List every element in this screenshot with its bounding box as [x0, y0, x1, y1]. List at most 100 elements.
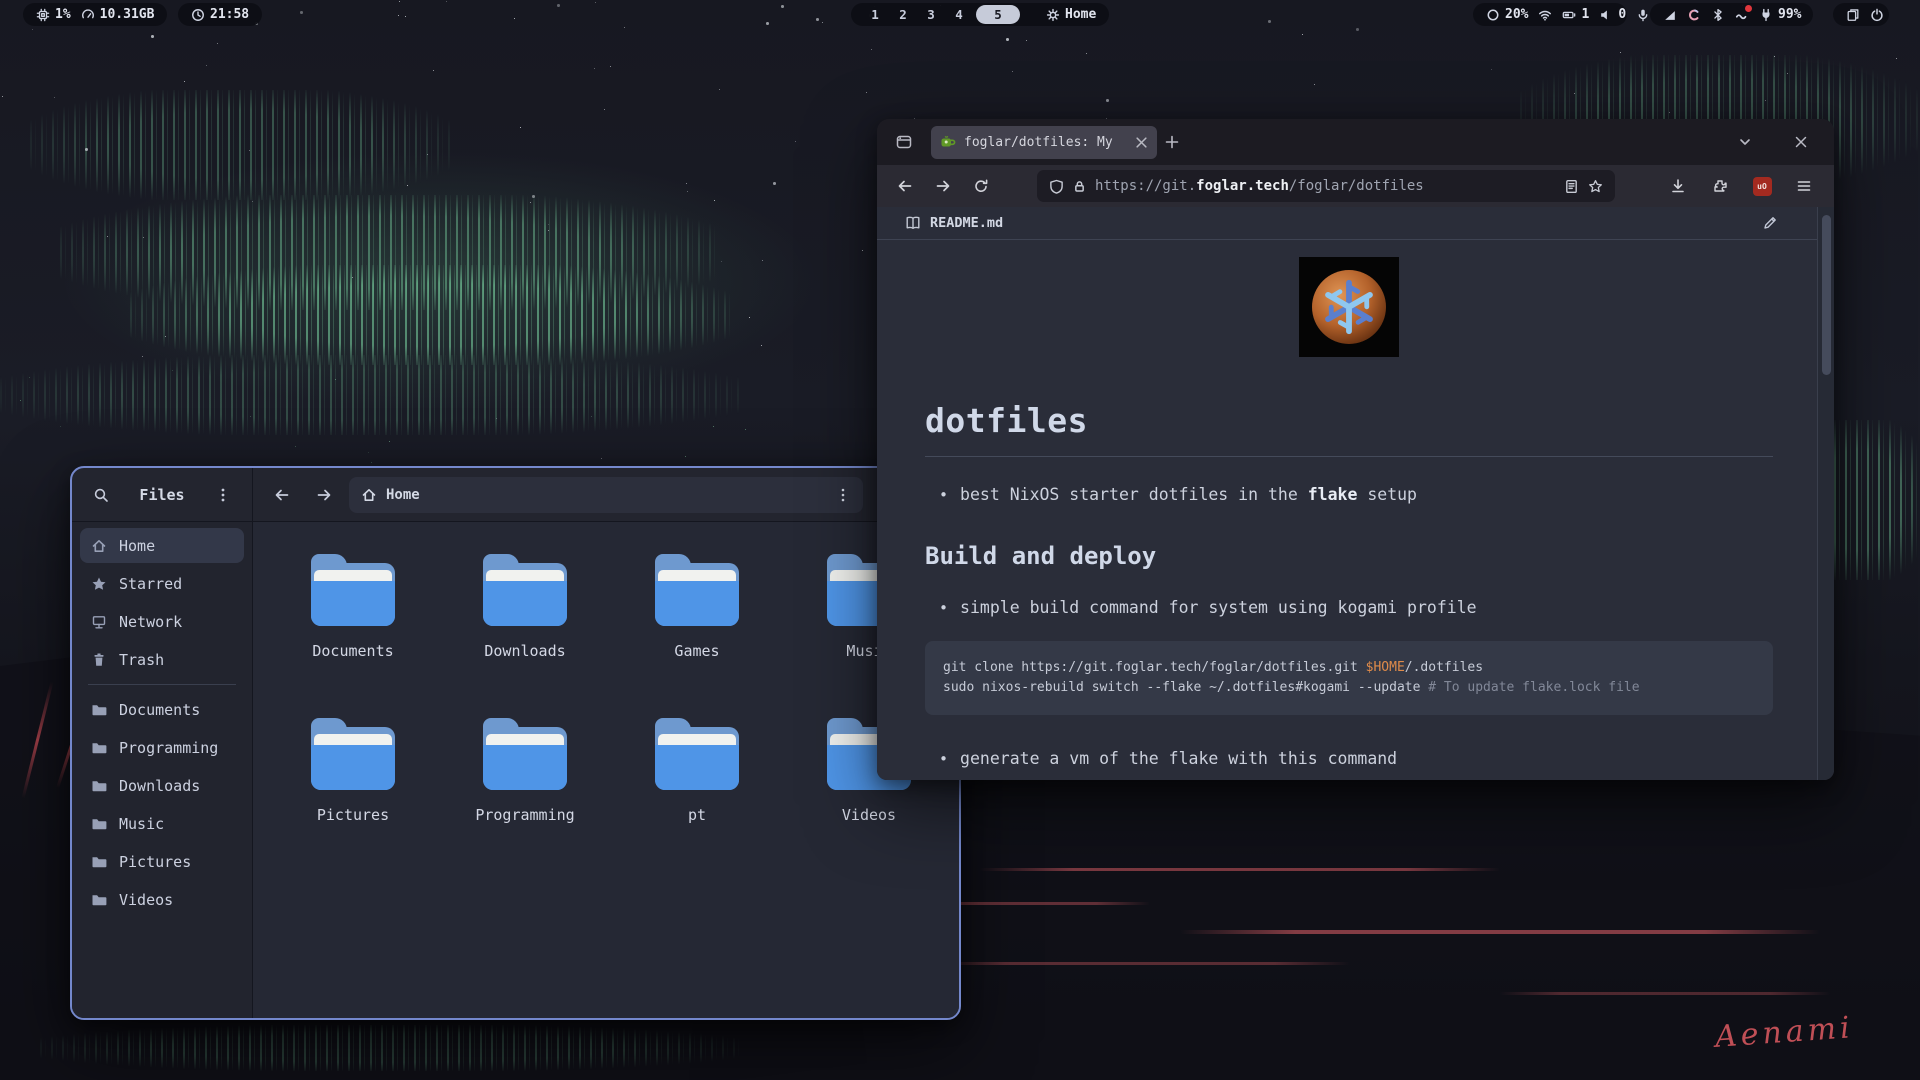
clock-indicator[interactable]: 21:58 — [191, 7, 249, 22]
brightness-indicator[interactable]: 20% — [1486, 7, 1528, 22]
lock-icon[interactable] — [1073, 180, 1086, 193]
speaker-indicator[interactable]: 0 — [1599, 7, 1626, 22]
gauge-indicator[interactable]: 10.31GB — [81, 7, 155, 22]
list-all-tabs-button[interactable] — [1730, 127, 1760, 157]
folder-games[interactable]: Games — [611, 552, 783, 716]
sidebar-item-documents[interactable]: Documents — [80, 692, 244, 727]
power-supply-indicator[interactable]: 99% — [1759, 7, 1801, 22]
sidebar-item-label: Documents — [119, 701, 200, 719]
nav-back-button[interactable] — [889, 170, 921, 202]
folder-icon — [655, 554, 739, 626]
readme-filename: README.md — [930, 215, 1003, 231]
window-close-button[interactable] — [1786, 127, 1816, 157]
folder-icon — [91, 854, 107, 870]
sidebar-item-network[interactable]: Network — [80, 604, 244, 639]
downloads-button[interactable] — [1664, 172, 1692, 200]
workspace-5[interactable]: 5 — [976, 5, 1020, 24]
forward-button[interactable] — [307, 478, 341, 512]
new-tab-button[interactable] — [1157, 127, 1187, 157]
app-indicator-indicator[interactable] — [1687, 8, 1701, 22]
power-indicator[interactable] — [1870, 8, 1884, 22]
files-body: HomeStarred Network Trash Documents Programm… — [72, 522, 959, 1018]
folder-label: Games — [674, 642, 719, 660]
folder-label: Programming — [475, 806, 574, 824]
wifi-icon — [1538, 8, 1552, 22]
url-bar[interactable]: https://git.foglar.tech/foglar/dotfiles — [1037, 170, 1615, 202]
bluetooth-indicator[interactable] — [1711, 8, 1725, 22]
microphone-indicator[interactable] — [1636, 8, 1650, 22]
reader-mode-icon[interactable] — [1564, 179, 1579, 194]
scrollbar-thumb[interactable] — [1822, 215, 1831, 375]
tab-foglar-dotfiles[interactable]: foglar/dotfiles: My — [931, 126, 1157, 159]
text: setup — [1357, 485, 1417, 504]
menu-button[interactable] — [1790, 172, 1818, 200]
battery-icon — [1562, 8, 1576, 22]
network-signal-indicator[interactable] — [1663, 8, 1677, 22]
text: best NixOS starter dotfiles in the — [960, 485, 1308, 504]
sidebar-menu-button[interactable] — [206, 478, 240, 512]
sidebar-item-label: Network — [119, 613, 182, 631]
battery-indicator[interactable]: 1 — [1562, 7, 1589, 22]
aurora-band — [30, 90, 450, 200]
sidebar-item-starred[interactable]: Starred — [80, 566, 244, 601]
tracking-shield-icon[interactable] — [1049, 179, 1064, 194]
workspace-2[interactable]: 2 — [892, 5, 914, 24]
scrollbar-track[interactable] — [1817, 207, 1834, 780]
desktop: Aenami 1%10.31GB 21:58 12345 Home 20%10 … — [0, 0, 1920, 1080]
bullet-item: best NixOS starter dotfiles in the flake… — [925, 485, 1773, 504]
workspace-4[interactable]: 4 — [948, 5, 970, 24]
sidebar-item-downloads[interactable]: Downloads — [80, 768, 244, 803]
clipboard-icon — [1846, 8, 1860, 22]
gauge-icon — [81, 8, 95, 22]
tab-close-icon[interactable] — [1135, 136, 1148, 149]
back-button[interactable] — [265, 478, 299, 512]
speaker-icon — [1599, 8, 1613, 22]
folder-downloads[interactable]: Downloads — [439, 552, 611, 716]
sidebar-item-programming[interactable]: Programming — [80, 730, 244, 765]
system-tray-pill: 99% — [1650, 3, 1813, 26]
microphone-icon — [1636, 8, 1650, 22]
red-streak — [1180, 930, 1820, 934]
bullet-item: simple build command for system using ko… — [925, 598, 1773, 617]
folder-pictures[interactable]: Pictures — [267, 716, 439, 880]
mode-indicator[interactable]: Home — [1046, 7, 1096, 22]
search-icon — [93, 487, 109, 503]
nav-forward-button[interactable] — [927, 170, 959, 202]
firefox-view-button[interactable] — [889, 127, 919, 157]
path-bar[interactable]: Home — [349, 477, 863, 513]
extensions-button[interactable] — [1706, 172, 1734, 200]
ublock-origin-button[interactable]: uO — [1748, 172, 1776, 200]
files-headerbar: Files Home — [72, 468, 959, 522]
sidebar-item-home[interactable]: Home — [80, 528, 244, 563]
folder-icon — [91, 740, 107, 756]
sidebar-item-videos[interactable]: Videos — [80, 882, 244, 917]
clock-pill[interactable]: 21:58 — [178, 3, 262, 26]
text: simple build command for system using ko… — [960, 598, 1477, 617]
mode-label: Home — [1065, 7, 1096, 22]
notification-wave-indicator[interactable] — [1735, 8, 1749, 22]
wifi-indicator[interactable] — [1538, 8, 1552, 22]
folder-pt[interactable]: pt — [611, 716, 783, 880]
sidebar-item-music[interactable]: Music — [80, 806, 244, 841]
folder-documents[interactable]: Documents — [267, 552, 439, 716]
reload-button[interactable] — [965, 170, 997, 202]
aurora-band — [0, 355, 740, 435]
folder-programming[interactable]: Programming — [439, 716, 611, 880]
kebab-menu-icon[interactable] — [835, 487, 851, 503]
edit-pencil-icon[interactable] — [1762, 215, 1778, 231]
reload-icon — [973, 178, 989, 194]
workspace-1[interactable]: 1 — [864, 5, 886, 24]
clipboard-indicator[interactable] — [1846, 8, 1860, 22]
folder-label: Downloads — [484, 642, 565, 660]
sidebar-item-pictures[interactable]: Pictures — [80, 844, 244, 879]
cpu-indicator[interactable]: 1% — [36, 7, 71, 22]
browser-window: foglar/dotfiles: My — [877, 119, 1834, 780]
sidebar-item-trash[interactable]: Trash — [80, 642, 244, 677]
search-button[interactable] — [84, 478, 118, 512]
workspace-3[interactable]: 3 — [920, 5, 942, 24]
path-label: Home — [386, 487, 420, 503]
sidebar-item-label: Downloads — [119, 777, 200, 795]
bookmark-star-icon[interactable] — [1588, 179, 1603, 194]
ublock-origin-icon: uO — [1753, 177, 1772, 196]
app-title: Files — [118, 486, 206, 504]
